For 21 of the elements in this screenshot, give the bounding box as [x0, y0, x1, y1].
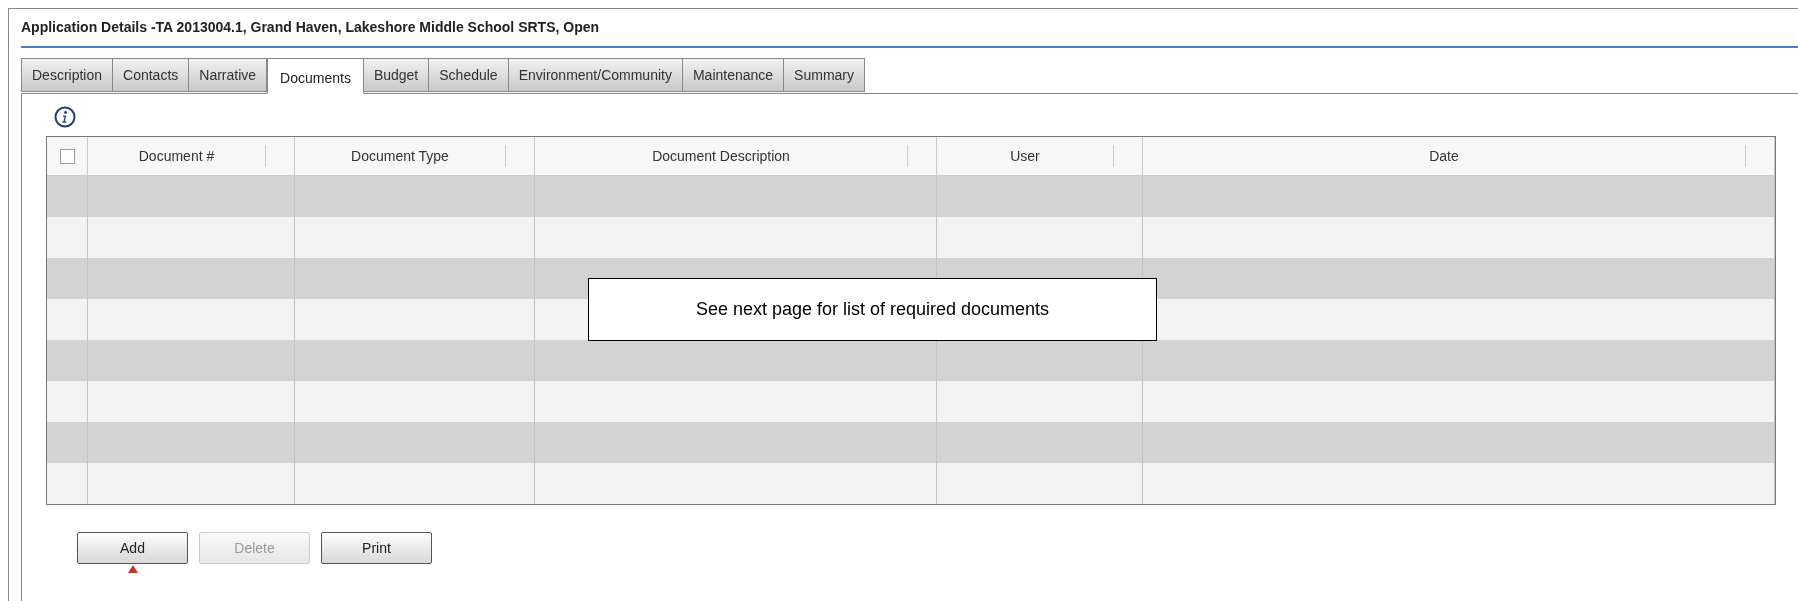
tab[interactable]: Contacts	[113, 58, 190, 92]
tab[interactable]: Description	[21, 58, 114, 92]
select-all-checkbox[interactable]	[59, 148, 75, 164]
info-icon[interactable]	[54, 106, 76, 128]
tab[interactable]: Summary	[784, 58, 865, 92]
column-header[interactable]: Document Type	[295, 145, 505, 167]
arrow-icon	[128, 565, 138, 573]
column-header[interactable]: Document #	[88, 145, 265, 167]
tab[interactable]: Budget	[363, 58, 430, 92]
tab[interactable]: Narrative	[189, 58, 268, 92]
column-header[interactable]: Date	[1143, 145, 1745, 167]
tab[interactable]: Environment/Community	[508, 58, 683, 92]
column-header[interactable]: Document Description	[535, 145, 907, 167]
tab[interactable]: Maintenance	[682, 58, 785, 92]
tab[interactable]: Documents	[267, 58, 364, 94]
note-callout: See next page for list of required documents	[588, 278, 1157, 341]
action-button[interactable]: Print	[321, 532, 432, 564]
column-header[interactable]: User	[937, 145, 1113, 167]
page-title: Application Details -TA 2013004.1, Grand Haven, Lakeshore Middle School SRTS, Open	[21, 17, 1798, 48]
tab[interactable]: Schedule	[429, 58, 509, 92]
action-button[interactable]: Add	[77, 532, 188, 564]
